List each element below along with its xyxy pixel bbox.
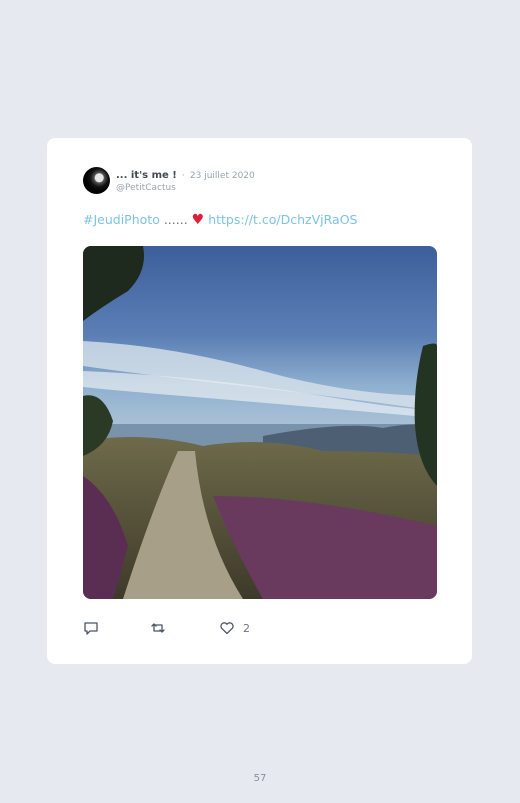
landscape-photo (83, 246, 437, 599)
tweet-header: ... it's me ! · 23 juillet 2020 @PetitCa… (116, 167, 255, 194)
hashtag-link[interactable]: #JeudiPhoto (83, 212, 160, 227)
tweet-photo[interactable] (83, 246, 437, 599)
retweet-icon (151, 623, 165, 633)
like-icon (220, 622, 234, 635)
reply-button[interactable] (83, 620, 99, 636)
page-number: 57 (253, 773, 267, 784)
tweet-actions: 2 (83, 620, 383, 636)
avatar[interactable] (83, 167, 110, 194)
heart-emoji: ♥ (191, 212, 205, 228)
tweet-date[interactable]: 23 juillet 2020 (190, 171, 255, 181)
like-count: 2 (243, 621, 250, 635)
tweet-url-link[interactable]: https://t.co/DchzVjRaOS (208, 212, 357, 227)
reply-icon (84, 622, 98, 635)
like-button[interactable]: 2 (219, 620, 250, 636)
author-handle[interactable]: @PetitCactus (116, 182, 255, 194)
header-separator: · (181, 171, 185, 181)
tweet-text: #JeudiPhoto ...... ♥ https://t.co/DchzVj… (83, 212, 357, 228)
tweet-card: ... it's me ! · 23 juillet 2020 @PetitCa… (47, 138, 472, 664)
tweet-dots: ...... (163, 212, 188, 227)
author-name[interactable]: ... it's me ! (116, 170, 177, 181)
retweet-button[interactable] (150, 620, 166, 636)
